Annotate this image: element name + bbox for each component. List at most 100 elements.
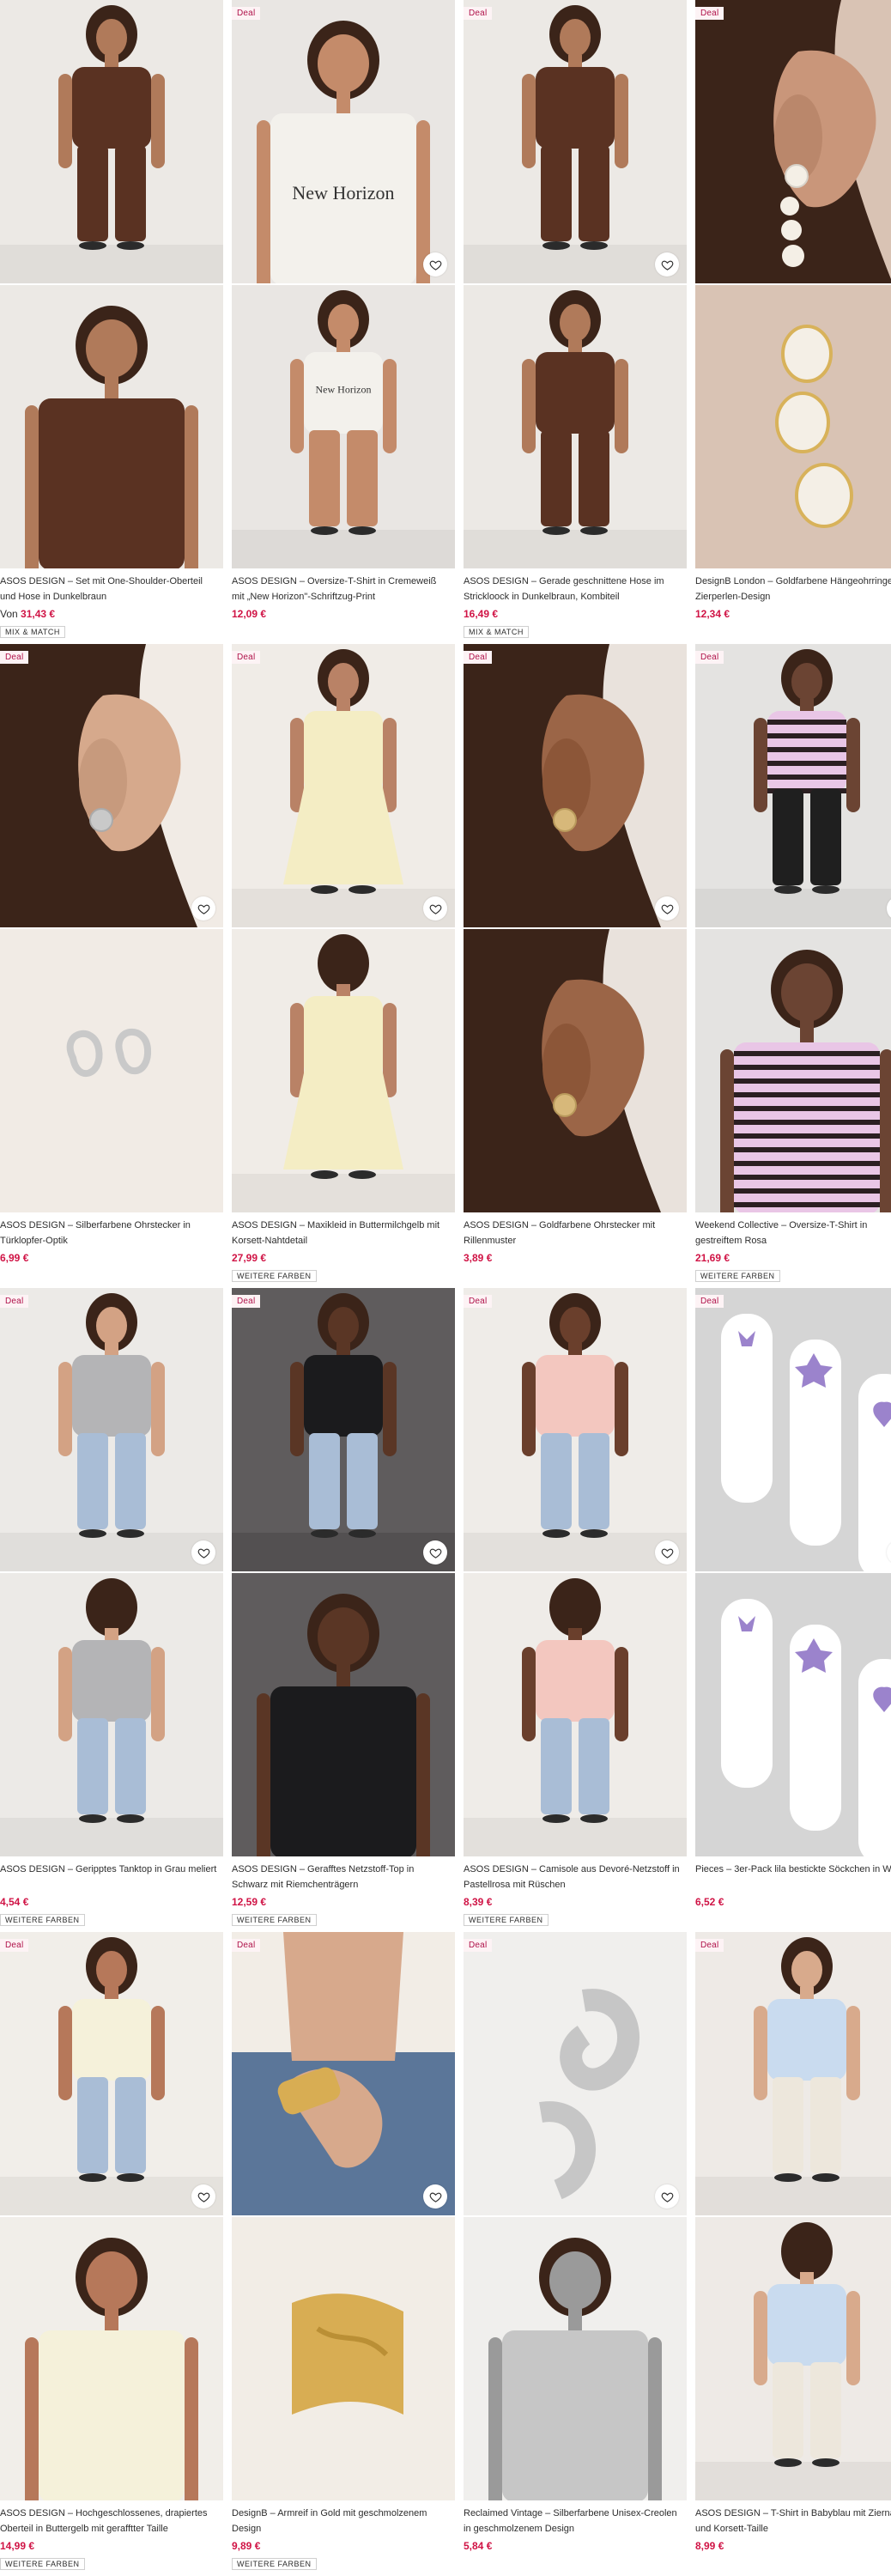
product-image-primary[interactable]: Deal bbox=[232, 1288, 455, 1571]
save-for-later-heart-icon[interactable] bbox=[423, 2184, 447, 2208]
product-image-secondary[interactable] bbox=[0, 2217, 223, 2500]
product-tag-badge: WEITERE FARBEN bbox=[695, 1270, 780, 1282]
product-title[interactable]: DesignB – Armreif in Gold mit geschmolze… bbox=[232, 2506, 455, 2537]
product-tag-badge: WEITERE FARBEN bbox=[464, 1914, 549, 1926]
product-image-secondary[interactable] bbox=[232, 2217, 455, 2500]
save-for-later-heart-icon[interactable] bbox=[191, 2184, 215, 2208]
product-image-primary[interactable]: Deal bbox=[464, 1932, 687, 2215]
product-image-secondary[interactable] bbox=[464, 2217, 687, 2500]
product-title[interactable]: ASOS DESIGN – T-Shirt in Babyblau mit Zi… bbox=[695, 2506, 891, 2537]
product-title[interactable]: ASOS DESIGN – Goldfarbene Ohrstecker mit… bbox=[464, 1218, 687, 1249]
save-for-later-heart-icon[interactable] bbox=[655, 252, 679, 276]
price-value: 6,99 € bbox=[0, 1252, 29, 1264]
product-image-primary[interactable]: Deal bbox=[695, 1288, 891, 1571]
save-for-later-heart-icon[interactable] bbox=[655, 1540, 679, 1564]
product-price: 4,54 € bbox=[0, 1896, 223, 1911]
product-image-secondary[interactable] bbox=[0, 285, 223, 568]
product-title[interactable]: DesignB London – Goldfarbene Hängeohrrin… bbox=[695, 574, 891, 605]
product-image-primary[interactable]: Deal bbox=[695, 1932, 891, 2215]
product-title[interactable]: Pieces – 3er-Pack lila bestickte Söckche… bbox=[695, 1862, 891, 1893]
product-image-secondary[interactable] bbox=[695, 929, 891, 1212]
product-price: 12,59 € bbox=[232, 1896, 455, 1911]
product-card[interactable]: Deal Reclaimed Vintage – Silberfarbene Un… bbox=[464, 1932, 687, 2555]
save-for-later-heart-icon[interactable] bbox=[655, 896, 679, 920]
product-title[interactable]: ASOS DESIGN – Gerafftes Netzstoff-Top in… bbox=[232, 1862, 455, 1893]
product-title[interactable]: ASOS DESIGN – Set mit One-Shoulder-Obert… bbox=[0, 574, 223, 605]
product-tag-badge: WEITERE FARBEN bbox=[0, 1914, 85, 1926]
product-image-secondary[interactable] bbox=[0, 929, 223, 1212]
product-card[interactable]: Deal ASOS DESIGN – Geripptes Tanktop in G… bbox=[0, 1288, 223, 1927]
price-value: 6,52 € bbox=[695, 1896, 724, 1908]
product-image-primary[interactable]: New Horizon Deal bbox=[232, 0, 455, 283]
product-card[interactable]: ASOS DESIGN – Set mit One-Shoulder-Obert… bbox=[0, 0, 223, 639]
deal-badge: Deal bbox=[464, 1939, 493, 1952]
save-for-later-heart-icon[interactable] bbox=[655, 2184, 679, 2208]
product-image-primary[interactable]: Deal bbox=[464, 644, 687, 927]
product-image-secondary[interactable] bbox=[695, 1573, 891, 1856]
price-value: 5,84 € bbox=[464, 2540, 493, 2552]
product-tag-badge: WEITERE FARBEN bbox=[0, 2558, 85, 2570]
product-card[interactable]: Deal Pieces – 3er-Pack lila bestickte Söc… bbox=[695, 1288, 891, 1911]
price-value: 21,69 € bbox=[695, 1252, 730, 1264]
product-image-secondary[interactable] bbox=[232, 929, 455, 1212]
product-card[interactable]: Deal Weekend Collective – Oversize-T-Shir… bbox=[695, 644, 891, 1283]
product-tag-badge: MIX & MATCH bbox=[464, 626, 529, 638]
product-card[interactable]: Deal ASOS DESIGN – Silberfarbene Ohrsteck… bbox=[0, 644, 223, 1267]
product-image-primary[interactable]: Deal bbox=[695, 0, 891, 283]
deal-badge: Deal bbox=[232, 1295, 261, 1308]
price-value: 8,39 € bbox=[464, 1896, 493, 1908]
product-card[interactable]: Deal ASOS DESIGN – Gerafftes Netzstoff-To… bbox=[232, 1288, 455, 1927]
product-title[interactable]: ASOS DESIGN – Camisole aus Devoré-Netzst… bbox=[464, 1862, 687, 1893]
product-image-primary[interactable]: Deal bbox=[464, 0, 687, 283]
product-card[interactable]: Deal ASOS DESIGN – T-Shirt in Babyblau mi… bbox=[695, 1932, 891, 2555]
save-for-later-heart-icon[interactable] bbox=[423, 1540, 447, 1564]
product-image-primary[interactable]: Deal bbox=[695, 644, 891, 927]
product-price: 27,99 € bbox=[232, 1252, 455, 1267]
product-image-secondary[interactable] bbox=[464, 285, 687, 568]
product-image-secondary[interactable] bbox=[232, 1573, 455, 1856]
product-title[interactable]: Weekend Collective – Oversize-T-Shirt in… bbox=[695, 1218, 891, 1249]
deal-badge: Deal bbox=[695, 7, 724, 20]
save-for-later-heart-icon[interactable] bbox=[423, 896, 447, 920]
deal-badge: Deal bbox=[464, 7, 493, 20]
product-card[interactable]: New Horizon Deal New Horizon ASOS DESIGN – … bbox=[232, 0, 455, 623]
product-price: 12,34 € bbox=[695, 608, 891, 623]
product-image-secondary[interactable] bbox=[0, 1573, 223, 1856]
product-title[interactable]: ASOS DESIGN – Maxikleid in Buttermilchge… bbox=[232, 1218, 455, 1249]
product-image-secondary[interactable] bbox=[464, 1573, 687, 1856]
product-title[interactable]: ASOS DESIGN – Oversize-T-Shirt in Cremew… bbox=[232, 574, 455, 605]
product-image-secondary[interactable] bbox=[695, 285, 891, 568]
product-image-primary[interactable] bbox=[0, 0, 223, 283]
product-title[interactable]: ASOS DESIGN – Silberfarbene Ohrstecker i… bbox=[0, 1218, 223, 1249]
deal-badge: Deal bbox=[232, 7, 261, 20]
product-image-primary[interactable]: Deal bbox=[0, 644, 223, 927]
product-card[interactable]: Deal ASOS DESIGN – Camisole aus Devoré-Ne… bbox=[464, 1288, 687, 1927]
product-image-primary[interactable]: Deal bbox=[232, 1932, 455, 2215]
product-title[interactable]: ASOS DESIGN – Gerade geschnittene Hose i… bbox=[464, 574, 687, 605]
product-card[interactable]: Deal ASOS DESIGN – Maxikleid in Buttermil… bbox=[232, 644, 455, 1283]
price-value: 27,99 € bbox=[232, 1252, 267, 1264]
product-card[interactable]: Deal DesignB London – Goldfarbene Hängeoh… bbox=[695, 0, 891, 623]
product-price: 12,09 € bbox=[232, 608, 455, 623]
product-title[interactable]: ASOS DESIGN – Geripptes Tanktop in Grau … bbox=[0, 1862, 223, 1893]
save-for-later-heart-icon[interactable] bbox=[423, 252, 447, 276]
deal-badge: Deal bbox=[0, 1939, 29, 1952]
product-image-primary[interactable]: Deal bbox=[0, 1932, 223, 2215]
product-image-secondary[interactable]: New Horizon bbox=[232, 285, 455, 568]
product-image-secondary[interactable] bbox=[464, 929, 687, 1212]
product-card[interactable]: Deal DesignB – Armreif in Gold mit geschm… bbox=[232, 1932, 455, 2571]
svg-text:New Horizon: New Horizon bbox=[316, 384, 372, 396]
product-image-primary[interactable]: Deal bbox=[464, 1288, 687, 1571]
product-image-primary[interactable]: Deal bbox=[0, 1288, 223, 1571]
save-for-later-heart-icon[interactable] bbox=[191, 1540, 215, 1564]
product-image-secondary[interactable] bbox=[695, 2217, 891, 2500]
save-for-later-heart-icon[interactable] bbox=[191, 896, 215, 920]
product-title[interactable]: ASOS DESIGN – Hochgeschlossenes, drapier… bbox=[0, 2506, 223, 2537]
product-price: 8,99 € bbox=[695, 2540, 891, 2555]
product-card[interactable]: Deal ASOS DESIGN – Goldfarbene Ohrstecker… bbox=[464, 644, 687, 1267]
price-value: 14,99 € bbox=[0, 2540, 35, 2552]
product-card[interactable]: Deal ASOS DESIGN – Hochgeschlossenes, dra… bbox=[0, 1932, 223, 2571]
product-image-primary[interactable]: Deal bbox=[232, 644, 455, 927]
product-card[interactable]: Deal ASOS DESIGN – Gerade geschnittene Ho… bbox=[464, 0, 687, 639]
product-title[interactable]: Reclaimed Vintage – Silberfarbene Unisex… bbox=[464, 2506, 687, 2537]
